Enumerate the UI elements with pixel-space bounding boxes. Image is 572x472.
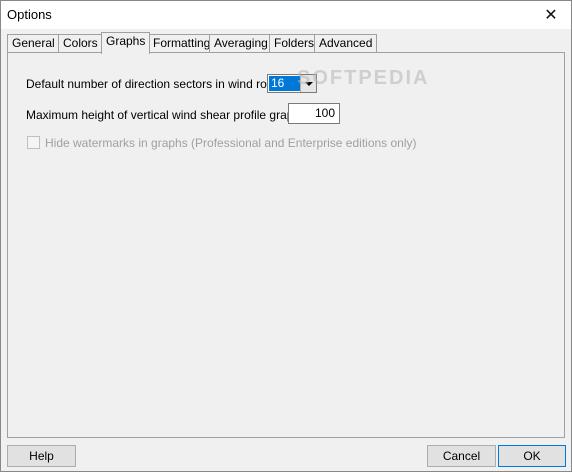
- sectors-label: Default number of direction sectors in w…: [26, 77, 286, 91]
- help-button[interactable]: Help: [7, 445, 76, 467]
- ok-button[interactable]: OK: [498, 445, 566, 467]
- tab-graphs[interactable]: Graphs: [101, 32, 151, 54]
- hide-watermarks-label: Hide watermarks in graphs (Professional …: [45, 136, 417, 150]
- title-bar: Options ✕: [1, 1, 571, 29]
- tab-formatting[interactable]: Formatting: [148, 34, 216, 53]
- sectors-selected-value: 16: [269, 76, 300, 91]
- shear-height-label: Maximum height of vertical wind shear pr…: [26, 108, 322, 122]
- window-title: Options: [7, 7, 52, 22]
- tab-general[interactable]: General: [7, 34, 60, 53]
- cancel-button[interactable]: Cancel: [427, 445, 496, 467]
- tab-averaging[interactable]: Averaging: [209, 34, 273, 53]
- shear-height-input[interactable]: 100: [288, 103, 340, 124]
- tab-colors[interactable]: Colors: [58, 34, 103, 53]
- hide-watermarks-checkbox: [27, 136, 40, 149]
- tab-advanced[interactable]: Advanced: [314, 34, 378, 53]
- tab-folders[interactable]: Folders: [269, 34, 320, 53]
- options-dialog: Options ✕ General Colors Graphs Formatti…: [0, 0, 572, 472]
- close-icon[interactable]: ✕: [531, 1, 571, 29]
- sectors-dropdown[interactable]: 16: [267, 74, 317, 93]
- chevron-down-icon[interactable]: [300, 75, 316, 92]
